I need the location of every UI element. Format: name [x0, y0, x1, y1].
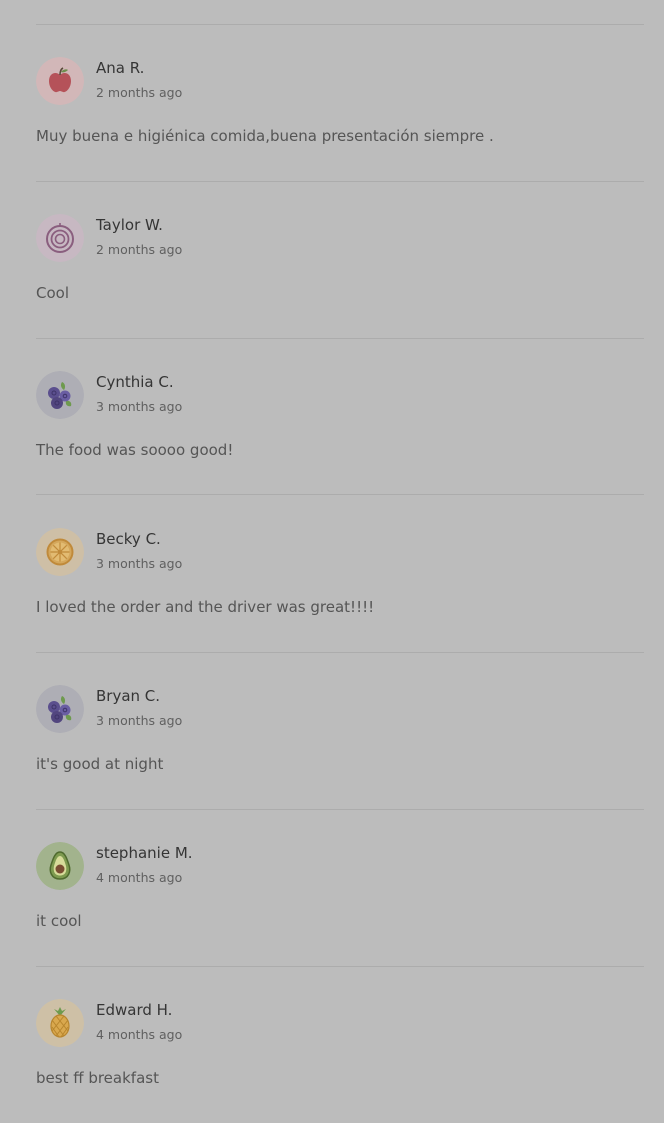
- review-item: Taylor W. 2 months ago Cool: [0, 181, 664, 338]
- review-timestamp: 4 months ago: [96, 1027, 183, 1042]
- avatar: [36, 371, 84, 419]
- reviewer-name: Taylor W.: [96, 216, 163, 234]
- reviewer-name: Becky C.: [96, 530, 161, 548]
- review-timestamp: 3 months ago: [96, 399, 183, 414]
- review-text: it's good at night: [36, 755, 164, 773]
- blueberries-icon: [36, 371, 84, 419]
- pineapple-icon: [36, 999, 84, 1047]
- review-item: Cynthia C. 3 months ago The food was soo…: [0, 338, 664, 495]
- reviewer-name: Cynthia C.: [96, 373, 174, 391]
- avatar: [36, 999, 84, 1047]
- review-timestamp: 3 months ago: [96, 556, 183, 571]
- review-timestamp: 2 months ago: [96, 85, 183, 100]
- avocado-icon: [36, 842, 84, 890]
- review-text: it cool: [36, 912, 82, 930]
- reviewer-name: stephanie M.: [96, 844, 193, 862]
- review-timestamp: 4 months ago: [96, 870, 183, 885]
- review-text: best ff breakfast: [36, 1069, 159, 1087]
- avatar: [36, 214, 84, 262]
- reviewer-name: Bryan C.: [96, 687, 161, 705]
- review-text: The food was soooo good!: [36, 441, 234, 459]
- avatar: [36, 57, 84, 105]
- review-item: Edward H. 4 months ago best ff breakfast: [0, 966, 664, 1123]
- review-item: Ana R. 2 months ago Muy buena e higiénic…: [0, 24, 664, 181]
- review-item: Becky C. 3 months ago I loved the order …: [0, 495, 664, 652]
- apple-icon: [36, 57, 84, 105]
- review-item: Bryan C. 3 months ago it's good at night: [0, 652, 664, 809]
- avatar: [36, 528, 84, 576]
- blueberries-icon: [36, 685, 84, 733]
- avatar: [36, 842, 84, 890]
- reviewer-name: Ana R.: [96, 59, 145, 77]
- review-text: I loved the order and the driver was gre…: [36, 598, 375, 616]
- orange-slice-icon: [36, 528, 84, 576]
- reviewer-name: Edward H.: [96, 1001, 173, 1019]
- review-text: Muy buena e higiénica comida,buena prese…: [36, 127, 494, 145]
- avatar: [36, 685, 84, 733]
- onion-icon: [36, 214, 84, 262]
- review-timestamp: 3 months ago: [96, 713, 183, 728]
- review-item: stephanie M. 4 months ago it cool: [0, 809, 664, 966]
- reviews-list: Ana R. 2 months ago Muy buena e higiénic…: [0, 0, 664, 1115]
- review-text: Cool: [36, 284, 69, 302]
- review-timestamp: 2 months ago: [96, 242, 183, 257]
